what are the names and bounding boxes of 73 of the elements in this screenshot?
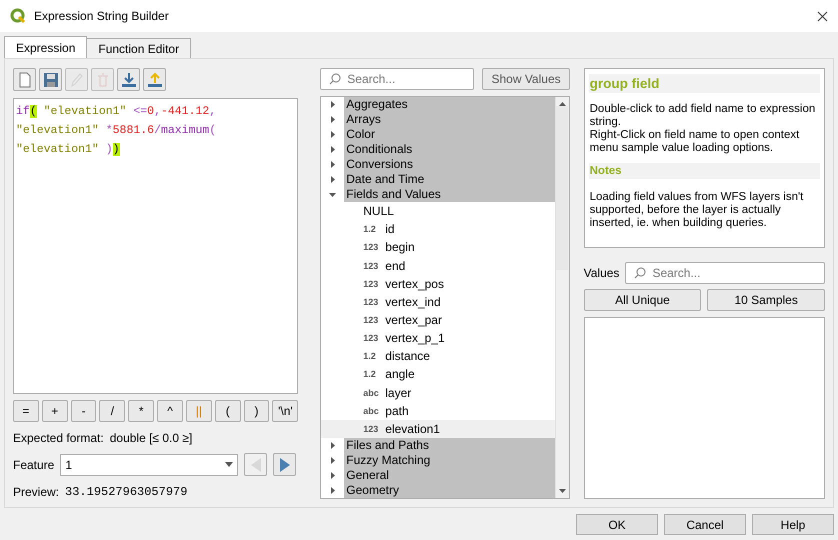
operator-button[interactable]: + — [42, 400, 68, 422]
values-button[interactable]: All Unique — [584, 289, 702, 311]
collapsed-caret-icon — [330, 146, 335, 153]
help-title: group field — [588, 74, 820, 93]
dialog-button[interactable]: Help — [752, 514, 834, 535]
dropdown-caret-icon — [225, 462, 234, 467]
field-item[interactable]: 123 elevation1 — [321, 420, 555, 438]
field-type-label: abc — [363, 388, 380, 398]
tab[interactable]: Expression — [4, 36, 88, 58]
field-type-label: 123 — [363, 424, 380, 434]
expected-format-label: Expected format: — [13, 431, 104, 445]
notes-title: Notes — [588, 163, 820, 179]
field-type-label: 1.2 — [363, 224, 377, 234]
preview-value: 33.19527963057979 — [65, 485, 188, 499]
values-search-field[interactable]: Search... — [625, 262, 825, 284]
collapsed-caret-icon — [330, 101, 335, 108]
next-arrow-icon — [278, 456, 291, 472]
new-file-icon — [18, 72, 30, 88]
window-title: Expression String Builder — [34, 9, 170, 23]
tab[interactable]: Function Editor — [86, 38, 192, 58]
app-logo-icon — [10, 8, 26, 24]
search-field[interactable]: Search... — [320, 68, 474, 90]
collapsed-caret-icon — [330, 161, 335, 168]
operator-button[interactable]: ) — [244, 400, 270, 422]
toolbar-button[interactable] — [143, 68, 166, 91]
collapsed-caret-icon — [330, 116, 335, 123]
dialog-button[interactable]: Cancel — [664, 514, 746, 535]
field-type-label: 1.2 — [363, 369, 377, 380]
dialog-button[interactable]: OK — [576, 514, 658, 535]
toolbar-button[interactable] — [13, 68, 36, 91]
upload-icon — [146, 72, 162, 88]
operator-button[interactable]: = — [13, 400, 39, 422]
field-type-label: 123 — [363, 333, 380, 344]
show-values-button[interactable]: Show Values — [482, 68, 570, 90]
feature-label: Feature — [13, 458, 54, 472]
preview-label: Preview: — [13, 485, 60, 499]
field-type-label: 123 — [363, 315, 380, 326]
operator-button[interactable]: / — [99, 400, 126, 422]
operator-button[interactable]: * — [128, 400, 154, 422]
scroll-down-icon[interactable] — [558, 489, 566, 493]
search-icon — [329, 73, 342, 85]
field-type-label: 123 — [363, 278, 380, 289]
field-type-label: 123 — [363, 260, 380, 271]
field-type-label: abc — [363, 406, 380, 416]
close-icon[interactable] — [817, 10, 828, 22]
field-type-label: 1.2 — [363, 351, 377, 362]
download-icon — [120, 72, 136, 88]
pencil-icon — [70, 72, 84, 88]
toolbar-button[interactable] — [39, 68, 62, 91]
help-text: Double-click to add field name to expression string. — [588, 103, 816, 129]
field-type-label: 123 — [363, 296, 380, 307]
help-text: Right-Click on field name to open context menu sample value loading options. — [588, 129, 800, 155]
operator-button[interactable]: '\n' — [272, 400, 298, 422]
toolbar-button[interactable] — [117, 68, 140, 91]
expected-format-value: double [≤ 0.0 ≥] — [110, 431, 192, 445]
collapsed-caret-icon — [330, 176, 335, 183]
expression-editor[interactable]: if( "elevation1" <=0,-441.12, "elevation1" *5881.6/maximum( "elevation1" )) — [13, 98, 298, 394]
operator-button[interactable]: ( — [214, 400, 241, 422]
operator-button[interactable]: ^ — [157, 400, 183, 422]
collapsed-caret-icon — [330, 131, 335, 138]
scrollbar[interactable] — [554, 97, 569, 498]
feature-combo[interactable]: 1 — [60, 454, 238, 476]
expanded-caret-icon — [329, 192, 336, 196]
previous-arrow-icon — [250, 456, 262, 472]
save-icon — [42, 72, 58, 88]
operator-button[interactable]: - — [70, 400, 96, 422]
search-icon — [634, 267, 646, 279]
notes-text: Loading field values from WFS layers isn't supported, before the layer is actually inserted, ie. when building queries. — [588, 191, 804, 230]
values-button[interactable]: 10 Samples — [707, 289, 825, 311]
values-label: Values — [584, 266, 620, 280]
next-button[interactable] — [273, 453, 296, 476]
trash-icon — [96, 72, 108, 86]
field-type-label: 123 — [363, 242, 380, 252]
